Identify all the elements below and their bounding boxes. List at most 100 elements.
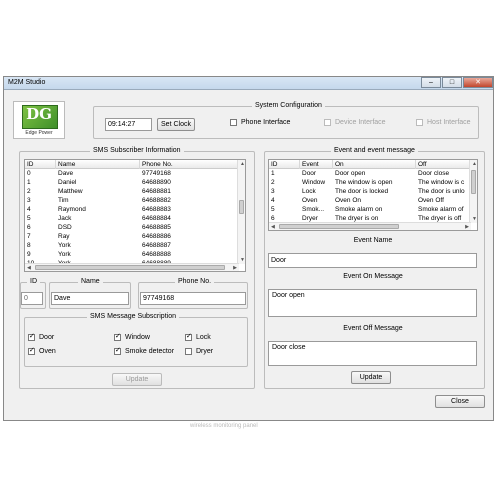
subscriber-list[interactable]: ID Name Phone No. 0 Dave 97749168 1 Daniel 64… bbox=[24, 159, 246, 272]
subscriber-vertical-scrollbar[interactable]: ▲ ▼ bbox=[237, 160, 245, 264]
subscriber-phone-cell: 64688887 bbox=[142, 242, 171, 249]
event-on-cell: Smoke alarm on bbox=[335, 206, 383, 213]
subscribe-oven-checkbox[interactable]: Oven bbox=[28, 347, 56, 355]
subscriber-row[interactable]: 4 Raymond 64688883 bbox=[25, 206, 245, 214]
event-row[interactable]: 5 Smok... Smoke alarm on Smoke alarm of bbox=[269, 206, 477, 214]
close-window-button[interactable]: ✕ bbox=[463, 77, 493, 88]
event-on-cell: Oven On bbox=[335, 197, 362, 204]
event-hscroll-thumb[interactable] bbox=[279, 224, 399, 229]
subscriber-row[interactable]: 6 DSD 64688885 bbox=[25, 224, 245, 232]
event-list[interactable]: ID Event On Off 1 Door Door open Door close… bbox=[268, 159, 478, 231]
event-row[interactable]: 1 Door Door open Door close bbox=[269, 170, 477, 178]
subscriber-row[interactable]: 8 York 64688887 bbox=[25, 242, 245, 250]
subscriber-hscroll-thumb[interactable] bbox=[35, 265, 225, 270]
subscriber-row[interactable]: 1 Daniel 64688890 bbox=[25, 179, 245, 187]
subscriber-name-cell: Tim bbox=[58, 197, 69, 204]
logo-letters: DG bbox=[26, 105, 52, 123]
subscriber-row[interactable]: 2 Matthew 64688881 bbox=[25, 188, 245, 196]
subscriber-id-cell: 5 bbox=[27, 215, 31, 222]
checkbox-box[interactable] bbox=[28, 347, 35, 355]
checkbox-box[interactable] bbox=[28, 333, 35, 341]
subscriber-id-cell: 3 bbox=[27, 197, 31, 204]
checkbox-box[interactable] bbox=[185, 348, 192, 355]
event-scroll-right-icon[interactable]: ▶ bbox=[465, 223, 469, 230]
logo-caption: Edge Power bbox=[25, 130, 53, 136]
scroll-right-icon[interactable]: ▶ bbox=[233, 264, 237, 271]
close-button[interactable]: Close bbox=[435, 395, 485, 408]
event-row[interactable]: 3 Lock The door is locked The door is unlo bbox=[269, 188, 477, 196]
event-on-cell: Door open bbox=[335, 170, 366, 177]
subscriber-row[interactable]: 7 Ray 64688886 bbox=[25, 233, 245, 241]
subscribe-lock-checkbox[interactable]: Lock bbox=[185, 333, 211, 341]
subscriber-phone-cell: 64688883 bbox=[142, 206, 171, 213]
checkbox-box[interactable] bbox=[114, 333, 121, 341]
subscriber-id-cell: 0 bbox=[27, 170, 31, 177]
event-id-cell: 1 bbox=[271, 170, 275, 177]
col-id-header[interactable]: ID bbox=[25, 160, 56, 169]
phone-interface-checkbox[interactable]: Phone Interface bbox=[230, 119, 290, 126]
event-name-cell: Smok... bbox=[302, 206, 325, 213]
subscriber-phone-cell: 64688890 bbox=[142, 179, 171, 186]
scroll-down-icon[interactable]: ▼ bbox=[240, 256, 245, 264]
subscriber-phone-cell: 64688884 bbox=[142, 215, 171, 222]
col-name-header[interactable]: Name bbox=[56, 160, 140, 169]
event-on-message-field[interactable]: Door open bbox=[268, 289, 477, 317]
subscriber-id-cell: 4 bbox=[27, 206, 31, 213]
col-off-header[interactable]: Off bbox=[416, 160, 471, 169]
clock-time-input[interactable]: 09:14:27 bbox=[105, 118, 152, 131]
subscriber-id-cell: 7 bbox=[27, 233, 31, 240]
event-horizontal-scrollbar[interactable]: ◀ ▶ bbox=[269, 222, 471, 230]
event-off-cell: The door is unlo bbox=[418, 188, 465, 195]
subscriber-phone-cell: 64688885 bbox=[142, 224, 171, 231]
phone-field[interactable]: 97749168 bbox=[140, 292, 246, 305]
subscribe-window-checkbox[interactable]: Window bbox=[114, 333, 150, 341]
subscriber-row[interactable]: 0 Dave 97749168 bbox=[25, 170, 245, 178]
event-off-message-field[interactable]: Door close bbox=[268, 341, 477, 366]
event-vertical-scrollbar[interactable]: ▲ ▼ bbox=[469, 160, 477, 223]
event-group-title: Event and event message bbox=[331, 147, 418, 154]
minimize-button[interactable]: – bbox=[421, 77, 441, 88]
subscriber-row[interactable]: 3 Tim 64688882 bbox=[25, 197, 245, 205]
col-event-header[interactable]: Event bbox=[300, 160, 333, 169]
event-off-cell: The window is c bbox=[418, 179, 465, 186]
event-scroll-down-icon[interactable]: ▼ bbox=[472, 215, 477, 223]
event-scroll-left-icon[interactable]: ◀ bbox=[271, 223, 275, 230]
scroll-up-icon[interactable]: ▲ bbox=[240, 160, 245, 168]
subscribe-door-checkbox[interactable]: Door bbox=[28, 333, 55, 341]
event-row[interactable]: 4 Oven Oven On Oven Off bbox=[269, 197, 477, 205]
event-name-field[interactable]: Door bbox=[268, 253, 477, 268]
event-vscroll-thumb[interactable] bbox=[471, 170, 476, 194]
background-caption: wireless monitoring panel bbox=[190, 423, 258, 429]
name-field[interactable]: Dave bbox=[51, 292, 129, 305]
sms-message-subscription-group: SMS Message Subscription bbox=[24, 313, 248, 367]
col-on-header[interactable]: On bbox=[333, 160, 416, 169]
checkbox-box[interactable] bbox=[114, 347, 121, 355]
checkbox-box[interactable] bbox=[185, 333, 192, 341]
event-name-cell: Door bbox=[302, 170, 317, 177]
subscribe-dryer-checkbox[interactable]: Dryer bbox=[185, 348, 213, 355]
subscribe-smoke-detector-checkbox[interactable]: Smoke detector bbox=[114, 347, 174, 355]
phone-interface-box[interactable] bbox=[230, 119, 237, 126]
event-off-cell: Door close bbox=[418, 170, 450, 177]
subscriber-horizontal-scrollbar[interactable]: ◀ ▶ bbox=[25, 263, 239, 271]
subscriber-list-header: ID Name Phone No. bbox=[25, 160, 245, 169]
set-clock-button[interactable]: Set Clock bbox=[157, 118, 195, 131]
subscriber-vscroll-thumb[interactable] bbox=[239, 200, 244, 214]
event-update-button[interactable]: Update bbox=[351, 371, 391, 384]
event-on-cell: The door is locked bbox=[335, 188, 389, 195]
subscriber-id-cell: 8 bbox=[27, 242, 31, 249]
event-row[interactable]: 2 Window The window is open The window is c bbox=[269, 179, 477, 187]
subscriber-name-cell: York bbox=[58, 251, 71, 258]
sms-message-subscription-title: SMS Message Subscription bbox=[87, 313, 179, 320]
event-scroll-up-icon[interactable]: ▲ bbox=[472, 160, 477, 168]
checkbox-label: Door bbox=[39, 334, 55, 341]
scroll-left-icon[interactable]: ◀ bbox=[27, 264, 31, 271]
subscriber-row[interactable]: 5 Jack 64688884 bbox=[25, 215, 245, 223]
subscriber-row[interactable]: 9 York 64688888 bbox=[25, 251, 245, 259]
event-name-label: Event Name bbox=[353, 237, 393, 244]
maximize-button[interactable]: □ bbox=[442, 77, 462, 88]
col-event-id-header[interactable]: ID bbox=[269, 160, 300, 169]
col-phone-header[interactable]: Phone No. bbox=[140, 160, 239, 169]
subscriber-phone-cell: 64688881 bbox=[142, 188, 171, 195]
subscriber-phone-cell: 97749168 bbox=[142, 170, 171, 177]
